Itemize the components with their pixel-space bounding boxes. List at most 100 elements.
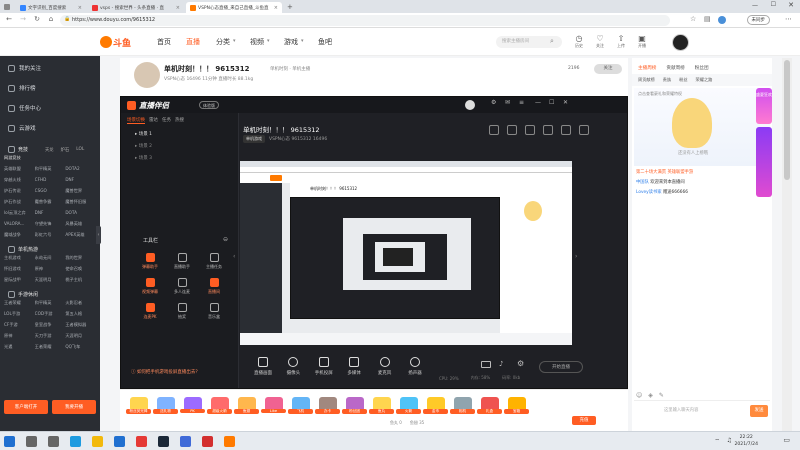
new-tab-button[interactable]: +	[287, 3, 293, 11]
nav-game[interactable]: 游戏	[284, 37, 298, 47]
category-link[interactable]: LOL手游	[4, 311, 35, 317]
feedback-icon[interactable]: ✉	[505, 99, 510, 106]
browser-tab-1[interactable]: 文字识别_百度搜索 ×	[16, 2, 86, 13]
scene-item[interactable]: ▸ 场景 2	[121, 140, 238, 152]
recharge-button[interactable]: 充值	[572, 416, 596, 425]
sidebar-section-single-player[interactable]: 单机热游	[0, 242, 100, 255]
nav-video[interactable]: 视频	[250, 37, 264, 47]
sidebar-section-mobile[interactable]: 手游休闲	[0, 287, 100, 300]
category-link[interactable]: 和平精英	[35, 166, 66, 172]
record-video-icon[interactable]	[481, 361, 491, 368]
explorer-icon[interactable]	[92, 436, 103, 447]
tab-fan-club[interactable]: 粉丝团	[695, 65, 709, 71]
category-link[interactable]: 天涯明月	[35, 277, 66, 283]
fan-badge-icon[interactable]: ◈	[648, 392, 653, 399]
gift-item[interactable]: 粉丝荧光棒	[126, 397, 151, 419]
category-link[interactable]: 网游竞技	[4, 155, 35, 161]
profile-icon[interactable]	[718, 16, 726, 24]
gift-item[interactable]: 送礼物	[153, 397, 178, 419]
tab-contribution-rank[interactable]: 贡献周榜	[666, 65, 684, 71]
chat-username[interactable]: 中国队	[636, 180, 649, 185]
tab-nobility[interactable]: 贵族	[663, 77, 671, 83]
category-link[interactable]: 魔兽争霸	[35, 199, 66, 205]
chat-input[interactable]: 这里输入聊天内容	[664, 405, 748, 417]
minimize-window-icon[interactable]: —	[752, 2, 758, 9]
nav-fishbar[interactable]: 鱼吧	[318, 37, 332, 47]
tab-hot[interactable]: 热搜	[175, 117, 184, 124]
collections-icon[interactable]: ▤	[704, 15, 711, 23]
close-window-icon[interactable]: ✕	[788, 1, 794, 9]
category-link[interactable]: 魔兽世界	[65, 188, 96, 194]
close-icon[interactable]: ×	[274, 5, 278, 11]
gift-item[interactable]: 宝箱	[504, 397, 529, 419]
category-link[interactable]: 魔兽怀旧服	[65, 199, 96, 205]
category-link[interactable]: 桃子主机	[65, 277, 96, 283]
window-menu-icon[interactable]	[4, 3, 10, 10]
tab-radar[interactable]: 雷达	[149, 117, 158, 124]
category-link[interactable]: 王者荣耀	[35, 344, 66, 350]
tab-anchor-rank[interactable]: 主播周榜	[638, 65, 656, 71]
category-link[interactable]: 王者荣耀	[4, 300, 35, 306]
category-link[interactable]: 炉石作战	[4, 199, 35, 205]
category-link[interactable]: DOTA	[65, 210, 96, 216]
tab-honor-road[interactable]: 荣耀之路	[696, 77, 713, 83]
stream-preview[interactable]: 单机时刻！！！ 9615312	[240, 161, 572, 345]
browser-tab-2[interactable]: vsps - 搜索世界 - 头条直播 · 直 ×	[88, 2, 184, 13]
layout-icon[interactable]	[489, 125, 499, 135]
category-link[interactable]: 天刀手游	[35, 333, 66, 339]
assistant-tool-button[interactable]: 直播助手	[171, 253, 193, 270]
maximize-window-icon[interactable]: ☐	[771, 1, 776, 8]
avatar[interactable]	[465, 100, 475, 110]
category-link[interactable]: APEX英雄	[65, 232, 96, 238]
tab-scenes[interactable]: 场景切换	[127, 117, 145, 124]
favorite-star-icon[interactable]: ☆	[690, 15, 696, 23]
room-tool-button[interactable]: 直播间	[203, 278, 225, 295]
category-link[interactable]: CF手游	[4, 322, 35, 328]
sidebar-shortcut-1[interactable]: 天龙	[45, 147, 54, 153]
gift-item[interactable]: Like	[261, 397, 286, 419]
close-icon[interactable]: ×	[78, 5, 82, 11]
menu-icon[interactable]: ≡	[519, 99, 524, 106]
nav-home[interactable]: 首页	[157, 37, 171, 47]
category-link[interactable]: 永劫无间	[35, 255, 66, 261]
task-tool-button[interactable]: 主播任务	[203, 253, 225, 270]
privilege-tip[interactable]: 点击查看豪礼和荣耀特权	[638, 91, 682, 97]
forward-icon[interactable]: →	[18, 15, 28, 23]
category-link[interactable]: DNF	[65, 177, 96, 183]
category-link[interactable]: 星际战甲	[4, 277, 35, 283]
category-link[interactable]: 天涯明月	[65, 333, 96, 339]
nav-category[interactable]: 分类	[216, 37, 230, 47]
home-icon[interactable]: ⌂	[46, 15, 56, 23]
category-link[interactable]: 彩虹六号	[35, 232, 66, 238]
taskbar-clock[interactable]: 22:22 2021/7/24	[734, 434, 758, 448]
promo-banner[interactable]: 盛夏狂欢	[756, 88, 772, 258]
tab-fans[interactable]: 粉丝	[679, 77, 687, 83]
gift-item[interactable]: 粉丝团	[342, 397, 367, 419]
start-icon[interactable]	[4, 436, 15, 447]
sidebar-section-competitive[interactable]: 竞技 天龙 炉石 LOL	[0, 142, 100, 155]
preview-expand-icon[interactable]: ›	[575, 253, 577, 260]
gift-item[interactable]: PK	[180, 397, 205, 419]
category-link[interactable]: lol云顶之弈	[4, 210, 35, 216]
gift-item[interactable]: 飞机	[288, 397, 313, 419]
broadcast-button[interactable]: ▣ 开播	[633, 34, 651, 49]
preview-collapse-icon[interactable]: ‹	[233, 253, 235, 260]
sidebar-item-tasks[interactable]: 任务中心	[0, 100, 100, 116]
music-tool-button[interactable]: 音乐盒	[203, 303, 225, 320]
anchor-avatar[interactable]	[134, 62, 160, 88]
history-button[interactable]: ◷ 历史	[570, 34, 588, 49]
nav-live[interactable]: 直播	[186, 37, 200, 47]
gift-item[interactable]: 相机	[450, 397, 475, 419]
category-link[interactable]: 怀旧游戏	[4, 266, 35, 272]
settings-icon[interactable]: ⚙	[491, 99, 496, 106]
share-screen-icon[interactable]	[525, 125, 535, 135]
category-link[interactable]: 和平精英	[35, 300, 66, 306]
scene-item[interactable]: ▸ 场景 1	[121, 128, 238, 140]
start-broadcast-button[interactable]: 我要开播	[52, 400, 96, 414]
category-link[interactable]: CSGO	[35, 188, 66, 194]
category-link[interactable]: 第五人格	[65, 311, 96, 317]
gift-item[interactable]: 超级火箭	[207, 397, 232, 419]
scrollbar-thumb[interactable]	[784, 60, 790, 180]
category-link[interactable]: 炉石传说	[4, 188, 35, 194]
douyu-logo[interactable]: 斗鱼	[100, 34, 134, 50]
